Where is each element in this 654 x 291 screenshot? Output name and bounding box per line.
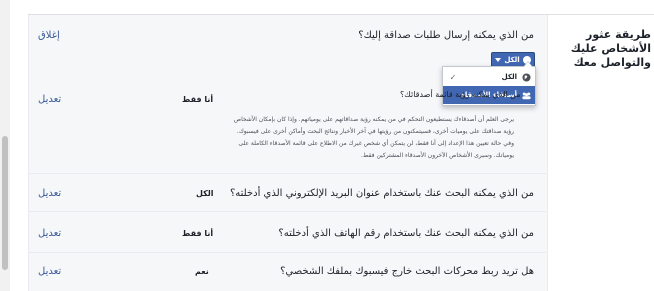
- checkmark-icon: ✓: [449, 72, 457, 82]
- dropdown-option-label: الكل: [501, 73, 517, 81]
- row-divider: [28, 252, 546, 253]
- friend-list-question: من الذي يمكنه رؤية قائمة أصدقائك؟: [400, 90, 521, 99]
- row-divider: [28, 211, 546, 212]
- section-title: طريقة عثور الأشخاص عليك والتواصل معك: [570, 28, 651, 69]
- setting-value: أنا فقط: [182, 229, 214, 238]
- close-link[interactable]: إغلاق: [38, 30, 60, 41]
- email-lookup-question: من الذي يمكنه البحث عنك باستخدام عنوان ا…: [229, 188, 534, 199]
- edit-link[interactable]: تعديل: [38, 228, 61, 239]
- friend-request-question: من الذي يمكنه إرسال طلبات صداقة إليك؟: [358, 30, 534, 41]
- edit-link[interactable]: تعديل: [38, 94, 61, 105]
- search-engine-question: هل تريد ربط محركات البحث خارج فيسبوك بمل…: [280, 266, 534, 277]
- edit-link[interactable]: تعديل: [38, 266, 61, 277]
- globe-icon: [522, 72, 531, 82]
- friends-icon: [522, 91, 531, 100]
- setting-value: أنا فقط: [182, 95, 214, 104]
- edit-link[interactable]: تعديل: [38, 188, 61, 199]
- setting-value: الكل: [196, 189, 214, 198]
- scrollbar[interactable]: [0, 0, 10, 291]
- phone-lookup-question: من الذي يمكنه البحث عنك باستخدام رقم اله…: [278, 228, 534, 239]
- setting-description: يرجى العلم أن أصدقاءك يستطيعون التحكم في…: [233, 116, 514, 159]
- setting-value: نعم: [195, 267, 209, 276]
- dropdown-option-everyone[interactable]: الكل ✓: [443, 68, 535, 86]
- chevron-down-icon: [495, 58, 502, 62]
- dropdown-pointer: [523, 61, 533, 67]
- privacy-selector-label: الكل: [504, 56, 520, 64]
- scrollbar-thumb[interactable]: [2, 136, 8, 270]
- privacy-dropdown-menu: الكل ✓ أصدقاء الأصدقاء: [442, 61, 536, 106]
- row-divider: [28, 173, 546, 174]
